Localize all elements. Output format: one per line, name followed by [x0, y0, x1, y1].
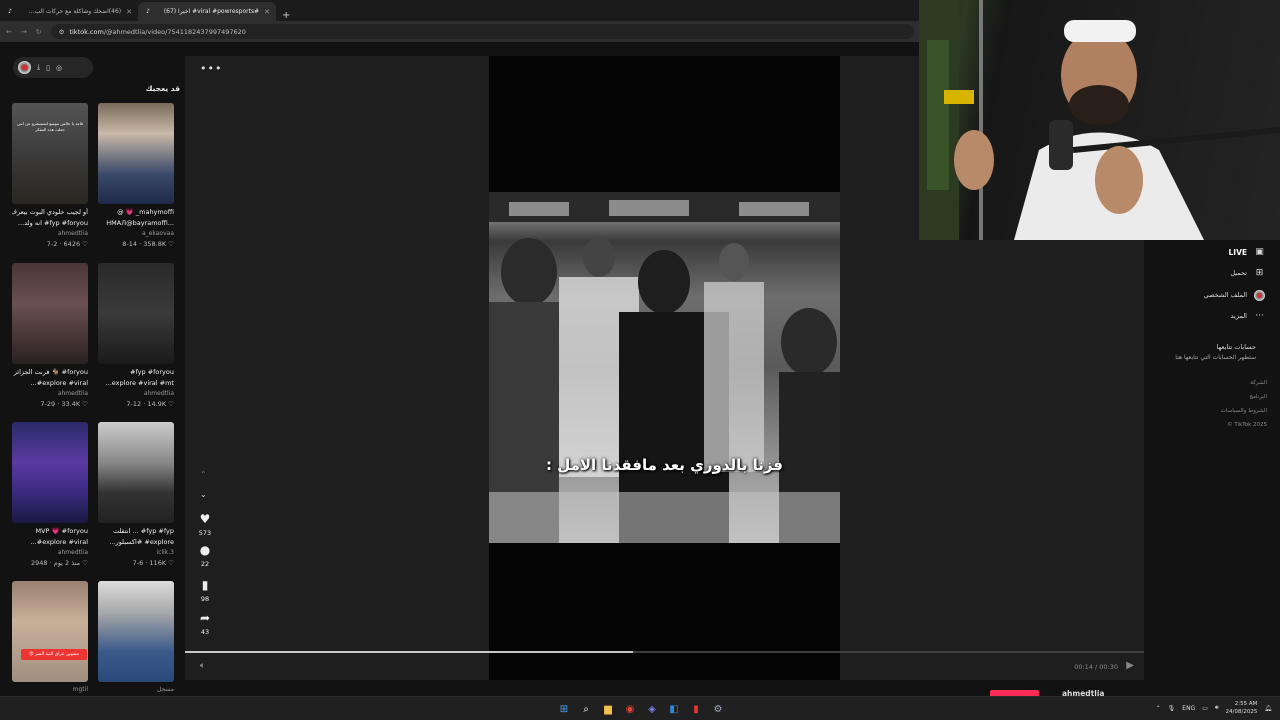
volume-icon[interactable]: 🔈︎: [200, 661, 205, 671]
video-card[interactable]: mahymoffi_ 💗 @ ...HMAЛ@bayramoffi a_ekao…: [98, 103, 174, 250]
heart-icon: ♥: [199, 512, 211, 526]
webcam-overlay: [919, 0, 1280, 240]
heart-icon: ♡: [82, 240, 88, 248]
heart-icon: ♡: [168, 559, 174, 567]
more-dots-icon[interactable]: •••: [200, 62, 222, 75]
video-card[interactable]: قاعد يا جالس نتوسع لتستبشرو عن انني جعلت…: [12, 103, 88, 250]
footer-link[interactable]: الشروط والسياسات: [1150, 408, 1267, 422]
notification-icon[interactable]: 🔔︎: [1264, 705, 1272, 712]
phone-icon[interactable]: ▯: [46, 64, 50, 72]
heart-icon: ♡: [82, 559, 88, 567]
microphone-icon[interactable]: 🎙︎: [1168, 705, 1176, 712]
search-icon[interactable]: ⌕: [577, 700, 595, 718]
footer-links: الشركة البرنامج الشروط والسياسات TikTok …: [1150, 380, 1267, 436]
video-thumbnail[interactable]: [98, 103, 174, 204]
browser-tab-2[interactable]: ♪ #viral #powresports# اخيراً (67) ✕: [138, 2, 276, 21]
comment-button[interactable]: ● 22: [195, 543, 215, 568]
play-icon[interactable]: ▶: [1126, 660, 1134, 671]
webcam-image: [919, 0, 1280, 240]
clock[interactable]: 2:55 AM 24/08/2025: [1226, 700, 1258, 716]
address-bar: ← → ↻ ⚙ tiktok.com/@ahmedtlia/video/7541…: [0, 21, 920, 42]
download-icon[interactable]: ⤓: [37, 63, 40, 72]
close-tab-icon[interactable]: ✕: [126, 8, 132, 16]
avatar[interactable]: [18, 61, 31, 74]
heart-icon: ♡: [168, 400, 174, 408]
system-tray: ⌃ 🎙︎ ENG ▭ 🔊︎ 2:55 AM 24/08/2025 🔔︎: [1156, 700, 1272, 716]
footer-link[interactable]: البرنامج: [1150, 394, 1267, 408]
video-frame[interactable]: فزنا بالدوري بعد مافقدنا الامل :: [489, 192, 840, 543]
more-dots-icon: ···: [1255, 311, 1264, 321]
prev-video-icon[interactable]: ⌃: [200, 470, 207, 479]
video-caption: فزنا بالدوري بعد مافقدنا الامل :: [545, 456, 783, 474]
browser-tab-bar: ♪ (46)اضحك وشاكلة مع حركات الب... ✕ ♪ #v…: [0, 0, 920, 21]
profile-avatar-icon: [1254, 289, 1265, 301]
new-tab-button[interactable]: +: [276, 10, 296, 21]
video-card[interactable]: MVP 💗 #foryou explore #viral#... ahmedtl…: [12, 422, 88, 569]
video-badge: مشهور عراق الثبة السر 😡: [21, 649, 87, 660]
monitor-icon[interactable]: ▭: [1202, 705, 1208, 712]
video-thumbnail[interactable]: [12, 422, 88, 523]
bookmark-icon: ▮: [201, 578, 209, 592]
video-card[interactable]: fyp #fyp# ... انتقلت explore# #اكسبلور..…: [98, 422, 174, 569]
comment-icon: ●: [199, 543, 211, 557]
tiktok-icon: ♪: [146, 7, 150, 15]
live-icon: ▣: [1255, 247, 1264, 257]
video-thumbnail[interactable]: [12, 263, 88, 364]
chevron-up-icon[interactable]: ⌃: [1156, 705, 1161, 712]
site-info-icon[interactable]: ⚙: [59, 28, 65, 36]
following-subtext: ستظهر الحسابات التي تتابعها هنا: [1175, 354, 1256, 361]
music-note-icon: ♪: [8, 7, 12, 15]
like-button[interactable]: ♥ 573: [195, 512, 215, 537]
save-button[interactable]: ▮ 98: [195, 578, 215, 603]
language-indicator[interactable]: ENG: [1182, 705, 1195, 712]
following-heading: حسابات تتابعها: [1216, 343, 1256, 351]
steam-icon[interactable]: ⚙: [709, 700, 727, 718]
heart-icon: ♡: [82, 400, 88, 408]
outlook-icon[interactable]: ◧: [665, 700, 683, 718]
app-icon[interactable]: ▮: [687, 700, 705, 718]
back-icon[interactable]: ←: [6, 28, 12, 36]
video-time: 00:14 / 00:30: [1074, 663, 1118, 671]
windows-start-icon[interactable]: ⊞: [555, 700, 573, 718]
compass-icon[interactable]: ◎: [56, 64, 62, 72]
video-card[interactable]: fyp #foryou# explore #viral #mt... ahmed…: [98, 263, 174, 410]
next-video-icon[interactable]: ⌄: [200, 490, 207, 499]
nav-upload[interactable]: تحميل ⊞: [1150, 265, 1265, 281]
video-thumbnail[interactable]: قاعد يا جالس نتوسع لتستبشرو عن انني جعلت…: [12, 103, 88, 204]
video-card[interactable]: foryou# 🐐 فرنت الجزائر explore #viral#..…: [12, 263, 88, 410]
forward-icon[interactable]: →: [21, 28, 27, 36]
close-tab-icon[interactable]: ✕: [264, 8, 270, 16]
upload-icon: ⊞: [1255, 268, 1264, 278]
mini-toolbar: ⤓ ▯ ◎: [13, 57, 93, 78]
heart-icon: ♡: [168, 240, 174, 248]
footer-link[interactable]: الشركة: [1150, 380, 1267, 394]
reload-icon[interactable]: ↻: [36, 28, 42, 36]
share-icon: ➦: [199, 611, 211, 625]
nav-live[interactable]: LIVE ▣: [1150, 244, 1265, 260]
windows-taskbar: ⊞ ⌕ ▆ ◉ ◈ ◧ ▮ ⚙ ⌃ 🎙︎ ENG ▭ 🔊︎ 2:55 AM 24…: [0, 696, 1280, 720]
chrome-icon[interactable]: ◉: [621, 700, 639, 718]
nav-profile[interactable]: الملف الشخصي: [1150, 287, 1265, 303]
progress-bar[interactable]: [185, 651, 1144, 653]
video-card[interactable]: مسجل: [98, 581, 174, 696]
video-card[interactable]: مشهور عراق الثبة السر 😡 mgtil: [12, 581, 88, 696]
volume-icon[interactable]: 🔊︎: [1215, 704, 1219, 712]
video-image: [489, 192, 840, 543]
section-title: قد يعجبك: [145, 84, 180, 93]
taskbar-apps: ⊞ ⌕ ▆ ◉ ◈ ◧ ▮ ⚙: [555, 700, 727, 718]
share-button[interactable]: ➦ 43: [195, 611, 215, 636]
nav-more[interactable]: المزيد ···: [1150, 308, 1265, 324]
discord-icon[interactable]: ◈: [643, 700, 661, 718]
file-explorer-icon[interactable]: ▆: [599, 700, 617, 718]
url-field[interactable]: ⚙ tiktok.com/@ahmedtlia/video/7541182437…: [50, 24, 914, 39]
video-thumbnail[interactable]: [98, 422, 174, 523]
browser-tab-1[interactable]: ♪ (46)اضحك وشاكلة مع حركات الب... ✕: [0, 2, 138, 21]
progress-fill: [185, 651, 633, 653]
copyright: TikTok 2025 ©: [1227, 422, 1267, 428]
video-thumbnail[interactable]: [98, 263, 174, 364]
video-thumbnail[interactable]: [98, 581, 174, 682]
video-thumbnail[interactable]: مشهور عراق الثبة السر 😡: [12, 581, 88, 682]
